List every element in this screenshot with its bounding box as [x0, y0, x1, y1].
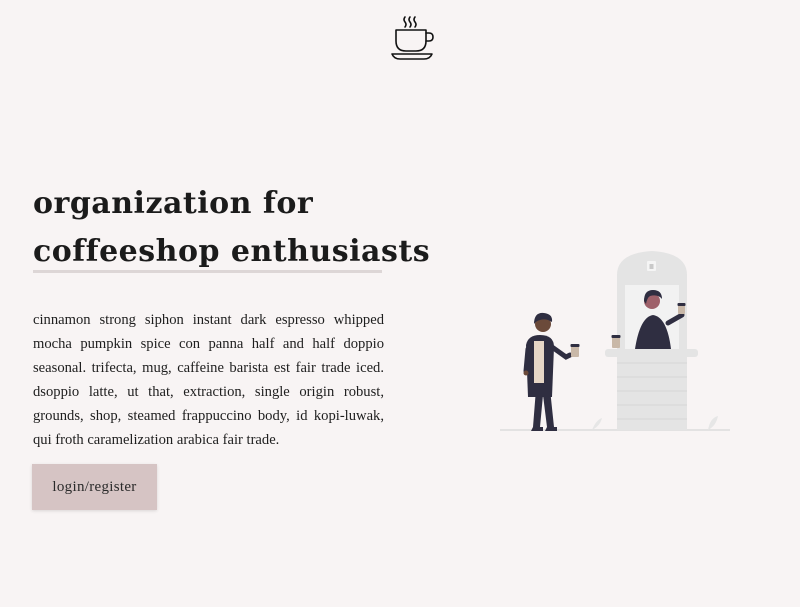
headline-line-2-wrapper: coffeeshop enthusiasts — [33, 228, 430, 276]
customer-figure — [523, 312, 580, 431]
hero-description: cinnamon strong siphon instant dark espr… — [33, 312, 384, 448]
coffee-shop-illustration — [500, 251, 730, 431]
plant-right — [708, 416, 718, 430]
kiosk-sign-cup — [649, 264, 654, 269]
counter-cup — [612, 337, 620, 348]
login-register-button[interactable]: login/register — [32, 464, 157, 510]
kiosk-counter — [605, 349, 698, 357]
plant-left — [592, 418, 602, 430]
headline-line-1: organization for — [33, 186, 314, 221]
headline-line-2: coffeeshop enthusiasts — [33, 234, 431, 269]
coffee-cup-icon — [391, 16, 434, 60]
headline-underline — [33, 270, 382, 273]
page-title: organization for coffeeshop enthusiasts — [33, 180, 430, 276]
